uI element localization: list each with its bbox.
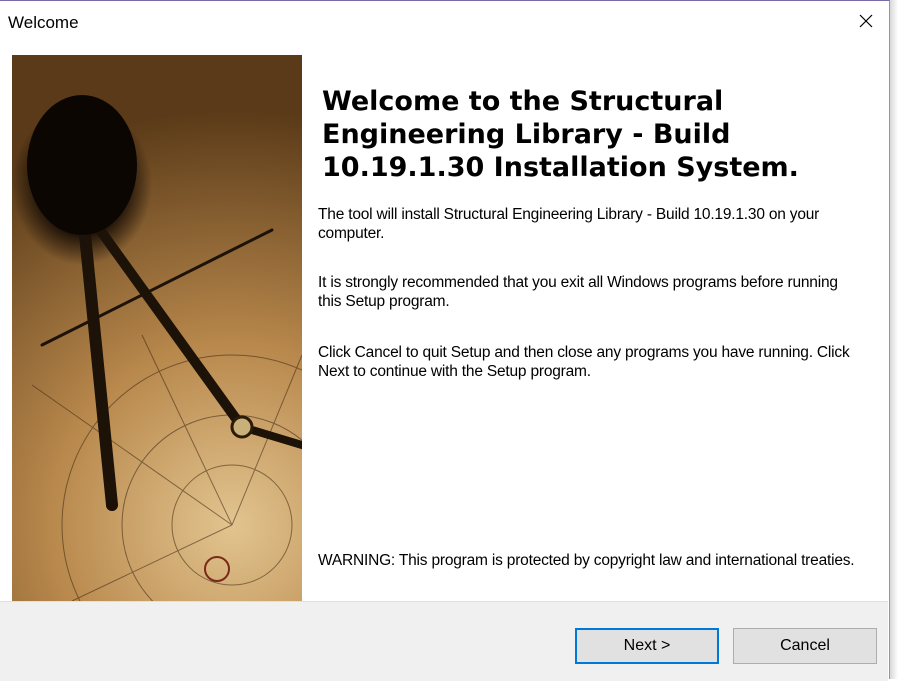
window-shadow: [890, 0, 898, 679]
install-description: The tool will install Structural Enginee…: [318, 206, 820, 242]
setup-wizard-window: Welcome Welcome to the Structural Engine…: [0, 0, 890, 681]
setup-banner-image: [12, 55, 302, 601]
copyright-warning: WARNING: This program is protected by co…: [318, 552, 855, 569]
cancel-button[interactable]: Cancel: [733, 628, 877, 664]
compass-map-illustration: [27, 95, 302, 601]
title-bar: Welcome: [0, 1, 889, 41]
close-icon: [859, 14, 873, 28]
welcome-text-panel: Welcome to the Structural Engineering Li…: [318, 41, 878, 601]
button-bar: Next > Cancel: [0, 601, 888, 681]
instructions-text: Click Cancel to quit Setup and then clos…: [318, 344, 850, 380]
window-title: Welcome: [8, 13, 79, 32]
welcome-heading: Welcome to the Structural Engineering Li…: [322, 86, 799, 183]
wizard-content: Welcome to the Structural Engineering Li…: [0, 41, 888, 601]
close-button[interactable]: [843, 1, 889, 41]
recommendation-text: It is strongly recommended that you exit…: [318, 274, 838, 310]
next-button[interactable]: Next >: [575, 628, 719, 664]
